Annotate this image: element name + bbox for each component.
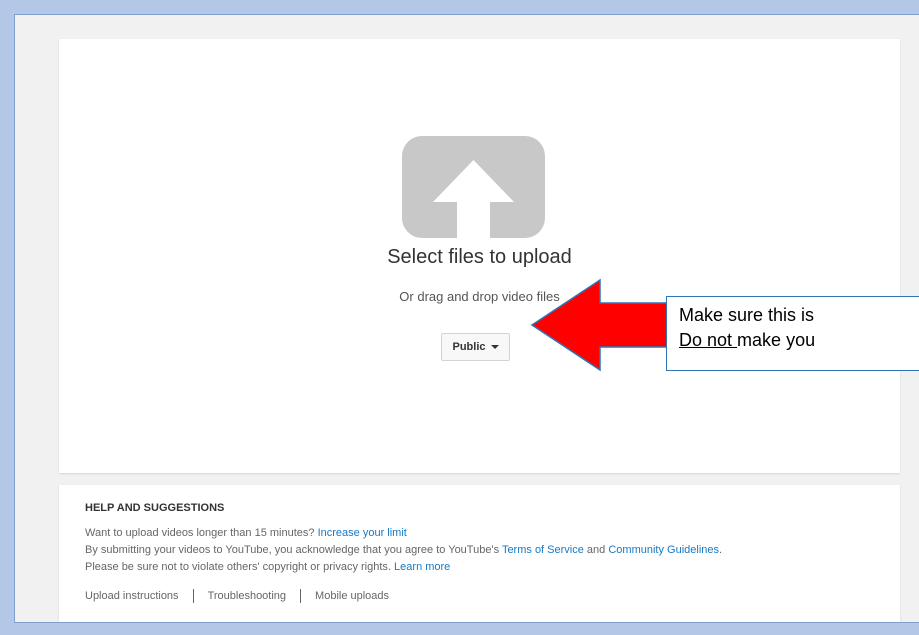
divider [192, 589, 194, 603]
increase-limit-link[interactable]: Increase your limit [318, 527, 407, 539]
callout-line-1: Make sure this is [679, 305, 815, 325]
help-line-copyright: Please be sure not to violate others' co… [85, 561, 450, 573]
callout-line-2: Do not make you [679, 328, 919, 353]
help-line-limit: Want to upload videos longer than 15 min… [85, 527, 407, 539]
red-arrow-annotation [530, 278, 669, 372]
help-links-row: Upload instructions Troubleshooting Mobi… [85, 589, 389, 603]
mobile-uploads-link[interactable]: Mobile uploads [315, 590, 389, 602]
help-heading: HELP AND SUGGESTIONS [85, 502, 225, 514]
upload-title[interactable]: Select files to upload [59, 246, 900, 269]
help-copyright-text: Please be sure not to violate others' co… [85, 561, 391, 573]
help-line-terms: By submitting your videos to YouTube, yo… [85, 544, 722, 556]
help-panel: HELP AND SUGGESTIONS Want to upload vide… [59, 485, 900, 622]
community-guidelines-link[interactable]: Community Guidelines [608, 544, 719, 556]
upload-icon[interactable] [402, 136, 545, 238]
callout-line-2-rest: make you [737, 330, 816, 350]
help-terms-and: and [586, 544, 606, 556]
terms-of-service-link[interactable]: Terms of Service [502, 544, 584, 556]
privacy-dropdown[interactable]: Public [441, 333, 510, 361]
help-terms-text: By submitting your videos to YouTube, yo… [85, 544, 500, 556]
chevron-down-icon [490, 345, 499, 349]
help-terms-period: . [719, 544, 723, 556]
help-limit-text: Want to upload videos longer than 15 min… [85, 527, 315, 539]
learn-more-link[interactable]: Learn more [394, 561, 450, 573]
callout-underlined-text: Do not [679, 330, 738, 350]
divider [300, 589, 302, 603]
troubleshooting-link[interactable]: Troubleshooting [208, 590, 286, 602]
privacy-value: Public [452, 341, 486, 353]
upload-drop-area[interactable]: Select files to upload Or drag and drop … [59, 39, 900, 473]
upload-instructions-link[interactable]: Upload instructions [85, 590, 179, 602]
callout-annotation: Make sure this is Do not make you [666, 296, 919, 371]
